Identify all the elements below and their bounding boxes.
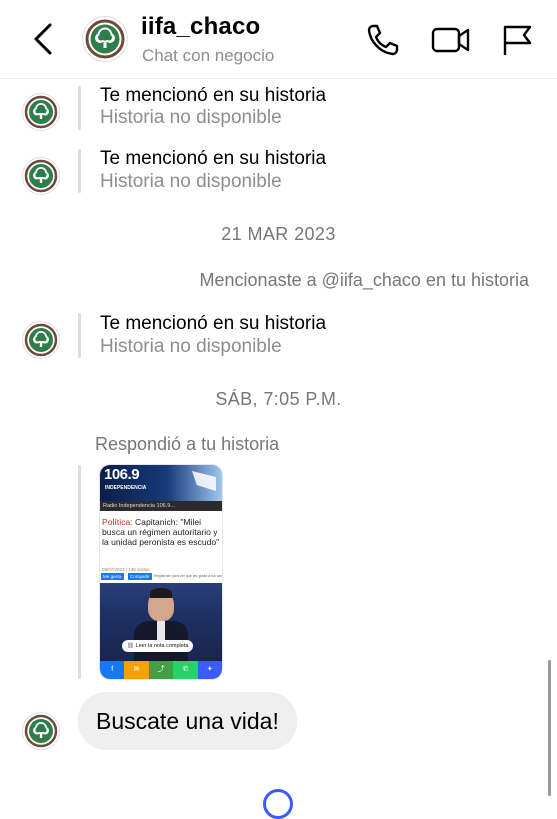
facebook-icon[interactable]: f bbox=[100, 661, 125, 679]
date-separator: 21 MAR 2023 bbox=[221, 224, 336, 244]
share-note: Regístrate para ver qué les gusta a tus … bbox=[154, 574, 222, 578]
video-call-icon[interactable] bbox=[431, 22, 471, 58]
email-icon[interactable]: ✉ bbox=[124, 661, 149, 679]
article-meta: 09/07/2023 | 135 visitas bbox=[102, 567, 150, 572]
radio-bar: Radio Independencia 106.9... bbox=[100, 501, 222, 511]
flag-icon[interactable] bbox=[500, 22, 536, 58]
person-hair bbox=[150, 588, 172, 598]
share-icon[interactable]: ⤴ bbox=[148, 661, 174, 679]
contact-avatar[interactable] bbox=[22, 157, 60, 195]
station-logo: 106.9 bbox=[104, 466, 140, 483]
date-separator: SÁB, 7:05 P.M. bbox=[215, 389, 342, 409]
mention-title: Te mencionó en su historia bbox=[100, 148, 327, 169]
loading-indicator bbox=[263, 789, 293, 819]
my-mention-note: Mencionaste a @iifa_chaco en tu historia bbox=[199, 270, 529, 290]
share-bar: f ✉ ⤴ ✆ ✦ bbox=[100, 661, 222, 679]
reply-label: Respondió a tu historia bbox=[95, 434, 280, 454]
quote-bar bbox=[78, 86, 81, 130]
mention-subtitle: Historia no disponible bbox=[100, 336, 282, 357]
mention-title: Te mencionó en su historia bbox=[100, 313, 327, 334]
mention-title: Te mencionó en su historia bbox=[100, 85, 327, 106]
contact-avatar[interactable] bbox=[22, 712, 60, 750]
read-more-label: Leer la nota completa bbox=[135, 643, 189, 649]
share-button[interactable]: Compartir bbox=[128, 573, 152, 580]
quote-bar bbox=[78, 149, 81, 193]
contact-name[interactable]: iifa_chaco bbox=[141, 13, 260, 41]
station-banner: 106.9 INDEPENDENCIA bbox=[100, 465, 222, 501]
contact-avatar[interactable] bbox=[22, 93, 60, 131]
story-preview[interactable]: 106.9 INDEPENDENCIA Radio Independencia … bbox=[100, 465, 222, 679]
station-name: INDEPENDENCIA bbox=[105, 485, 147, 491]
messenger-icon[interactable]: ✦ bbox=[197, 661, 222, 679]
contact-avatar[interactable] bbox=[22, 321, 60, 359]
quote-bar bbox=[78, 465, 81, 679]
link-icon: ⛓ bbox=[127, 643, 136, 649]
article-headline: Política: Capitanich: "Milei busca un ré… bbox=[102, 517, 220, 547]
like-button[interactable]: Me gusta bbox=[101, 573, 124, 580]
article-section: Política: bbox=[102, 517, 133, 527]
read-more-button[interactable]: ⛓ Leer la nota completa bbox=[122, 640, 194, 652]
contact-subtitle: Chat con negocio bbox=[142, 46, 275, 65]
person-shirt bbox=[157, 621, 165, 641]
mention-subtitle: Historia no disponible bbox=[100, 107, 282, 128]
message-text: Buscate una vida! bbox=[96, 707, 279, 734]
back-arrow-icon[interactable] bbox=[28, 22, 60, 56]
phone-icon[interactable] bbox=[365, 22, 401, 58]
profile-avatar[interactable] bbox=[82, 16, 128, 62]
quote-bar bbox=[78, 313, 81, 358]
article-photo: ⛓ Leer la nota completa bbox=[100, 583, 222, 661]
flag-graphic bbox=[192, 471, 216, 491]
scrollbar[interactable] bbox=[548, 660, 551, 796]
message-bubble[interactable]: Buscate una vida! bbox=[78, 692, 297, 750]
chat-header: iifa_chaco Chat con negocio bbox=[0, 0, 557, 79]
mention-subtitle: Historia no disponible bbox=[100, 171, 282, 192]
whatsapp-icon[interactable]: ✆ bbox=[173, 661, 198, 679]
